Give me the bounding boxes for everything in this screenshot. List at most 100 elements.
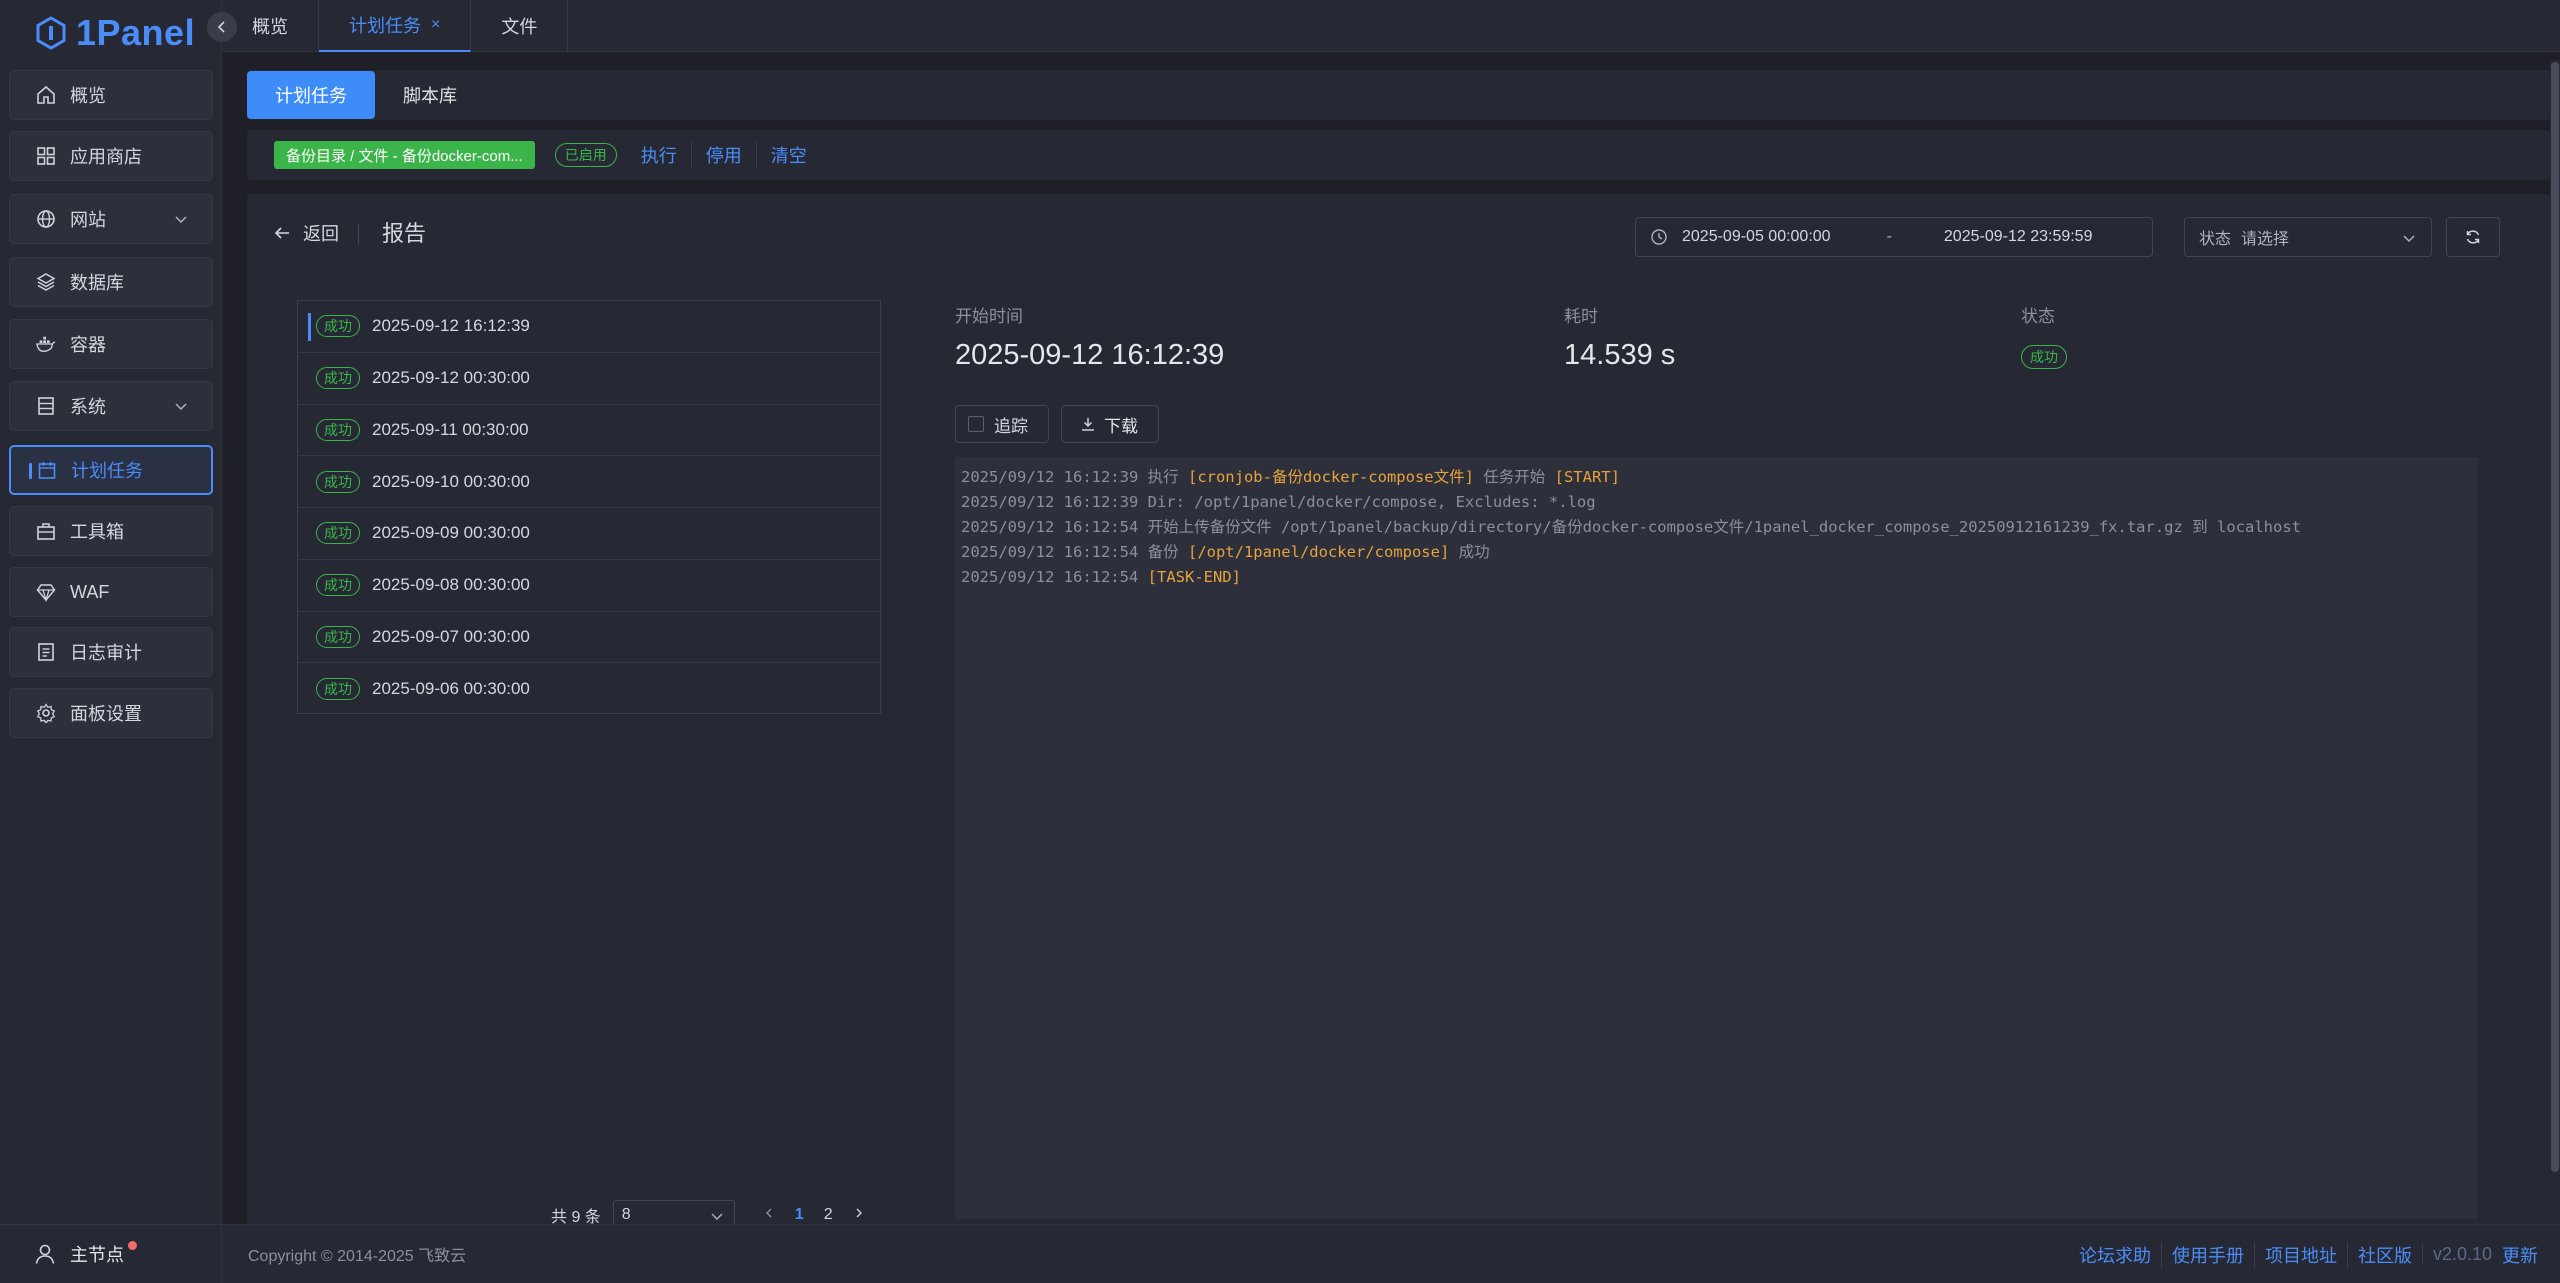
page-1[interactable]: 1 bbox=[795, 1206, 804, 1224]
record-time: 2025-09-12 00:30:00 bbox=[372, 368, 530, 388]
task-info-bar: 备份目录 / 文件 - 备份docker-com... 已启用 执行 停用 清空 bbox=[247, 130, 2550, 180]
download-icon bbox=[1082, 418, 1094, 431]
follow-label: 追踪 bbox=[994, 416, 1028, 436]
checkbox-box[interactable] bbox=[968, 416, 984, 432]
follow-checkbox[interactable]: 追踪 bbox=[955, 405, 1049, 443]
sidebar-item-overview[interactable]: 概览 bbox=[9, 70, 213, 120]
sidebar-item-database[interactable]: 数据库 bbox=[9, 257, 213, 307]
logo-hex-icon bbox=[36, 16, 66, 50]
sidebar-item-label: 日志审计 bbox=[70, 643, 142, 663]
refresh-button[interactable] bbox=[2446, 217, 2500, 257]
list-item[interactable]: 成功 2025-09-06 00:30:00 bbox=[298, 663, 880, 715]
copyright: Copyright © 2014-2025 飞致云 bbox=[248, 1248, 467, 1265]
chevron-down-icon bbox=[175, 216, 187, 224]
status-select-placeholder: 请选择 bbox=[2241, 231, 2290, 248]
record-time: 2025-09-11 00:30:00 bbox=[372, 419, 529, 439]
layers-icon bbox=[36, 272, 56, 292]
disable-link[interactable]: 停用 bbox=[690, 142, 742, 168]
list-item[interactable]: 成功 2025-09-11 00:30:00 bbox=[298, 405, 880, 457]
server-icon bbox=[36, 396, 56, 416]
sidebar-item-toolbox[interactable]: 工具箱 bbox=[9, 506, 213, 556]
sidebar-item-cronjob[interactable]: 计划任务 bbox=[9, 445, 213, 495]
list-item[interactable]: 成功 2025-09-12 00:30:00 bbox=[298, 353, 880, 405]
tab-cronjob[interactable]: 计划任务 × bbox=[319, 0, 472, 52]
list-item[interactable]: 成功 2025-09-12 16:12:39 bbox=[298, 301, 880, 353]
user-icon bbox=[35, 1244, 55, 1264]
sidebar-item-container[interactable]: 容器 bbox=[9, 319, 213, 369]
log-output[interactable]: 2025/09/12 16:12:39 执行 [cronjob-备份docker… bbox=[955, 457, 2478, 1219]
project-link[interactable]: 项目地址 bbox=[2253, 1241, 2347, 1268]
subtab-label: 脚本库 bbox=[403, 86, 457, 106]
report-card: 返回 报告 2025-09-05 00:00:00 - 2025-09-12 2… bbox=[247, 194, 2550, 1230]
status-badge: 成功 bbox=[316, 678, 360, 701]
sidebar-item-system[interactable]: 系统 bbox=[9, 381, 213, 431]
sidebar-item-label: 网站 bbox=[70, 210, 106, 230]
manual-link[interactable]: 使用手册 bbox=[2160, 1241, 2254, 1268]
prev-page-button[interactable] bbox=[763, 1206, 775, 1224]
sidebar-item-waf[interactable]: WAF bbox=[9, 567, 213, 617]
close-icon[interactable]: × bbox=[431, 16, 440, 34]
records-list: 成功 2025-09-12 16:12:39 成功 2025-09-12 00:30… bbox=[297, 300, 881, 714]
date-separator: - bbox=[1886, 228, 1892, 245]
clear-link[interactable]: 清空 bbox=[755, 142, 807, 168]
execute-link[interactable]: 执行 bbox=[641, 142, 677, 168]
download-label: 下载 bbox=[1104, 416, 1138, 436]
node-switcher[interactable]: 主节点 bbox=[0, 1224, 222, 1283]
status-badge: 成功 bbox=[316, 470, 360, 493]
record-time: 2025-09-08 00:30:00 bbox=[372, 575, 530, 595]
log-line: 2025/09/12 16:12:54 开始上传备份文件 /opt/1panel… bbox=[961, 518, 2301, 536]
scrollbar-thumb[interactable] bbox=[2551, 62, 2559, 1172]
status-badge: 成功 bbox=[316, 418, 360, 441]
title-divider bbox=[358, 224, 359, 244]
task-status-badge: 已启用 bbox=[554, 143, 617, 167]
list-item[interactable]: 成功 2025-09-07 00:30:00 bbox=[298, 612, 880, 664]
date-range-picker[interactable]: 2025-09-05 00:00:00 - 2025-09-12 23:59:5… bbox=[1635, 217, 2153, 257]
home-icon bbox=[36, 85, 56, 105]
page-size-value: 8 bbox=[621, 1206, 631, 1223]
chevron-left-icon bbox=[217, 21, 225, 33]
page-2[interactable]: 2 bbox=[824, 1206, 833, 1224]
logo[interactable]: 1Panel bbox=[34, 8, 195, 58]
tab-label: 概览 bbox=[252, 17, 288, 37]
record-time: 2025-09-07 00:30:00 bbox=[372, 626, 530, 646]
sidebar-item-website[interactable]: 网站 bbox=[9, 194, 213, 244]
date-end[interactable]: 2025-09-12 23:59:59 bbox=[1944, 228, 2093, 246]
status-badge: 成功 bbox=[316, 574, 360, 597]
docker-icon bbox=[36, 334, 56, 354]
footer-links: 论坛求助 使用手册 项目地址 社区版 v2.0.10 更新 bbox=[2069, 1225, 2538, 1283]
status-badge: 成功 bbox=[316, 522, 360, 545]
update-link[interactable]: 更新 bbox=[2502, 1242, 2538, 1268]
footer: Copyright © 2014-2025 飞致云 论坛求助 使用手册 项目地址… bbox=[222, 1224, 2560, 1283]
collapse-sidebar-button[interactable] bbox=[207, 12, 237, 42]
subtab-cronjob[interactable]: 计划任务 bbox=[247, 71, 375, 119]
tab-files[interactable]: 文件 bbox=[471, 0, 569, 52]
subtab-script-library[interactable]: 脚本库 bbox=[375, 71, 485, 119]
chevron-down-icon bbox=[711, 1213, 723, 1220]
sidebar-item-label: WAF bbox=[70, 581, 110, 602]
edition-link[interactable]: 社区版 bbox=[2346, 1241, 2422, 1268]
sidebar-item-audit-log[interactable]: 日志审计 bbox=[9, 627, 213, 677]
log-icon bbox=[36, 642, 56, 662]
next-page-button[interactable] bbox=[853, 1206, 865, 1224]
log-line: 2025/09/12 16:12:54 [TASK-END] bbox=[961, 568, 1241, 586]
log-line: 2025/09/12 16:12:39 执行 [cronjob-备份docker… bbox=[961, 468, 1620, 486]
record-time: 2025-09-06 00:30:00 bbox=[372, 679, 530, 699]
list-item[interactable]: 成功 2025-09-10 00:30:00 bbox=[298, 456, 880, 508]
detail-status-label: 状态 bbox=[2021, 307, 2055, 326]
sidebar-item-label: 工具箱 bbox=[70, 522, 124, 542]
active-indicator bbox=[29, 463, 32, 479]
list-item[interactable]: 成功 2025-09-09 00:30:00 bbox=[298, 508, 880, 560]
list-item[interactable]: 成功 2025-09-08 00:30:00 bbox=[298, 560, 880, 612]
sidebar-item-panel-settings[interactable]: 面板设置 bbox=[9, 688, 213, 738]
date-start[interactable]: 2025-09-05 00:00:00 bbox=[1682, 228, 1831, 246]
back-button[interactable]: 返回 bbox=[273, 220, 339, 246]
forum-link[interactable]: 论坛求助 bbox=[2069, 1242, 2161, 1268]
sidebar-item-label: 系统 bbox=[70, 397, 106, 417]
log-line: 2025/09/12 16:12:54 备份 [/opt/1panel/dock… bbox=[961, 543, 1490, 561]
refresh-icon bbox=[2466, 230, 2480, 244]
gear-icon bbox=[36, 703, 56, 723]
sidebar-item-app-store[interactable]: 应用商店 bbox=[9, 131, 213, 181]
status-select[interactable]: 状态 请选择 bbox=[2184, 217, 2432, 257]
download-button[interactable]: 下载 bbox=[1061, 405, 1159, 443]
back-label: 返回 bbox=[303, 224, 339, 244]
